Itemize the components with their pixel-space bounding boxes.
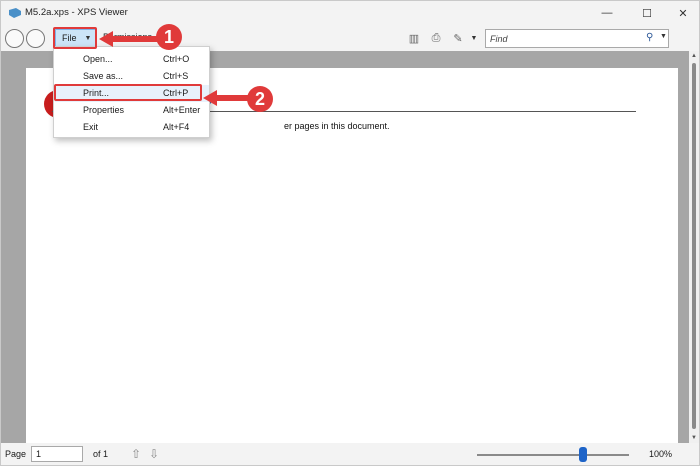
- print-icon[interactable]: ⎙: [429, 31, 443, 45]
- arrow-2-icon: [203, 90, 249, 106]
- window-title: M5.2a.xps - XPS Viewer: [25, 7, 128, 18]
- find-input[interactable]: [490, 33, 640, 45]
- print-highlight-box: [54, 84, 202, 101]
- scroll-up-icon[interactable]: ▲: [691, 53, 697, 59]
- step-1-badge: 1: [156, 24, 182, 50]
- menu-item-save-as[interactable]: Save as... Ctrl+S: [55, 68, 209, 85]
- status-bar: Page 1 of 1 ⇧ ⇩ 100%: [1, 443, 699, 465]
- menu-item-shortcut: Ctrl+O: [163, 54, 190, 64]
- menu-item-label: Exit: [83, 122, 99, 132]
- menu-item-shortcut: Alt+F4: [163, 122, 190, 132]
- menu-item-label: Save as...: [83, 71, 124, 81]
- scrollbar-thumb[interactable]: [692, 63, 696, 429]
- step-2-badge: 2: [247, 86, 273, 112]
- menu-item-label: Properties: [83, 105, 125, 115]
- find-options-chevron-icon[interactable]: ▼: [660, 33, 667, 40]
- next-page-icon[interactable]: ⇩: [147, 446, 161, 461]
- document-body-text: er pages in this document.: [284, 121, 390, 131]
- zoom-slider[interactable]: [477, 454, 629, 456]
- menu-item-properties[interactable]: Properties Alt+Enter: [55, 102, 209, 119]
- menu-item-label: Open...: [83, 54, 113, 64]
- signature-dropdown-icon[interactable]: ▼: [467, 31, 481, 45]
- search-icon[interactable]: ⚲: [646, 32, 658, 45]
- maximize-icon[interactable]: ☐: [629, 1, 665, 25]
- find-box: ⚲ ▼: [485, 29, 669, 48]
- reading-view-icon[interactable]: ▥: [407, 31, 421, 45]
- zoom-level: 100%: [649, 449, 673, 459]
- minimize-icon[interactable]: —: [589, 1, 625, 25]
- page-number-input[interactable]: 1: [31, 446, 83, 462]
- back-icon[interactable]: [5, 29, 24, 48]
- title-bar: M5.2a.xps - XPS Viewer — ☐ ✕: [1, 1, 699, 25]
- xps-viewer-window: M5.2a.xps - XPS Viewer — ☐ ✕ File ▼ Perm…: [0, 0, 700, 466]
- menu-item-shortcut: Alt+Enter: [163, 105, 201, 115]
- forward-icon[interactable]: [26, 29, 45, 48]
- vertical-scrollbar[interactable]: ▲ ▼: [689, 51, 699, 443]
- page-label: Page: [5, 449, 27, 459]
- scroll-down-icon[interactable]: ▼: [691, 435, 697, 441]
- arrow-1-icon: [99, 31, 157, 47]
- page-count-label: of 1: [93, 449, 109, 459]
- close-icon[interactable]: ✕: [665, 1, 700, 25]
- menu-item-open[interactable]: Open... Ctrl+O: [55, 51, 209, 68]
- app-icon: [9, 8, 21, 18]
- menu-item-shortcut: Ctrl+S: [163, 71, 189, 81]
- zoom-slider-thumb[interactable]: [579, 447, 588, 462]
- signature-icon[interactable]: ✎: [451, 31, 465, 45]
- previous-page-icon[interactable]: ⇧: [129, 446, 143, 461]
- file-highlight-box: [53, 27, 97, 49]
- menu-item-exit[interactable]: Exit Alt+F4: [55, 119, 209, 136]
